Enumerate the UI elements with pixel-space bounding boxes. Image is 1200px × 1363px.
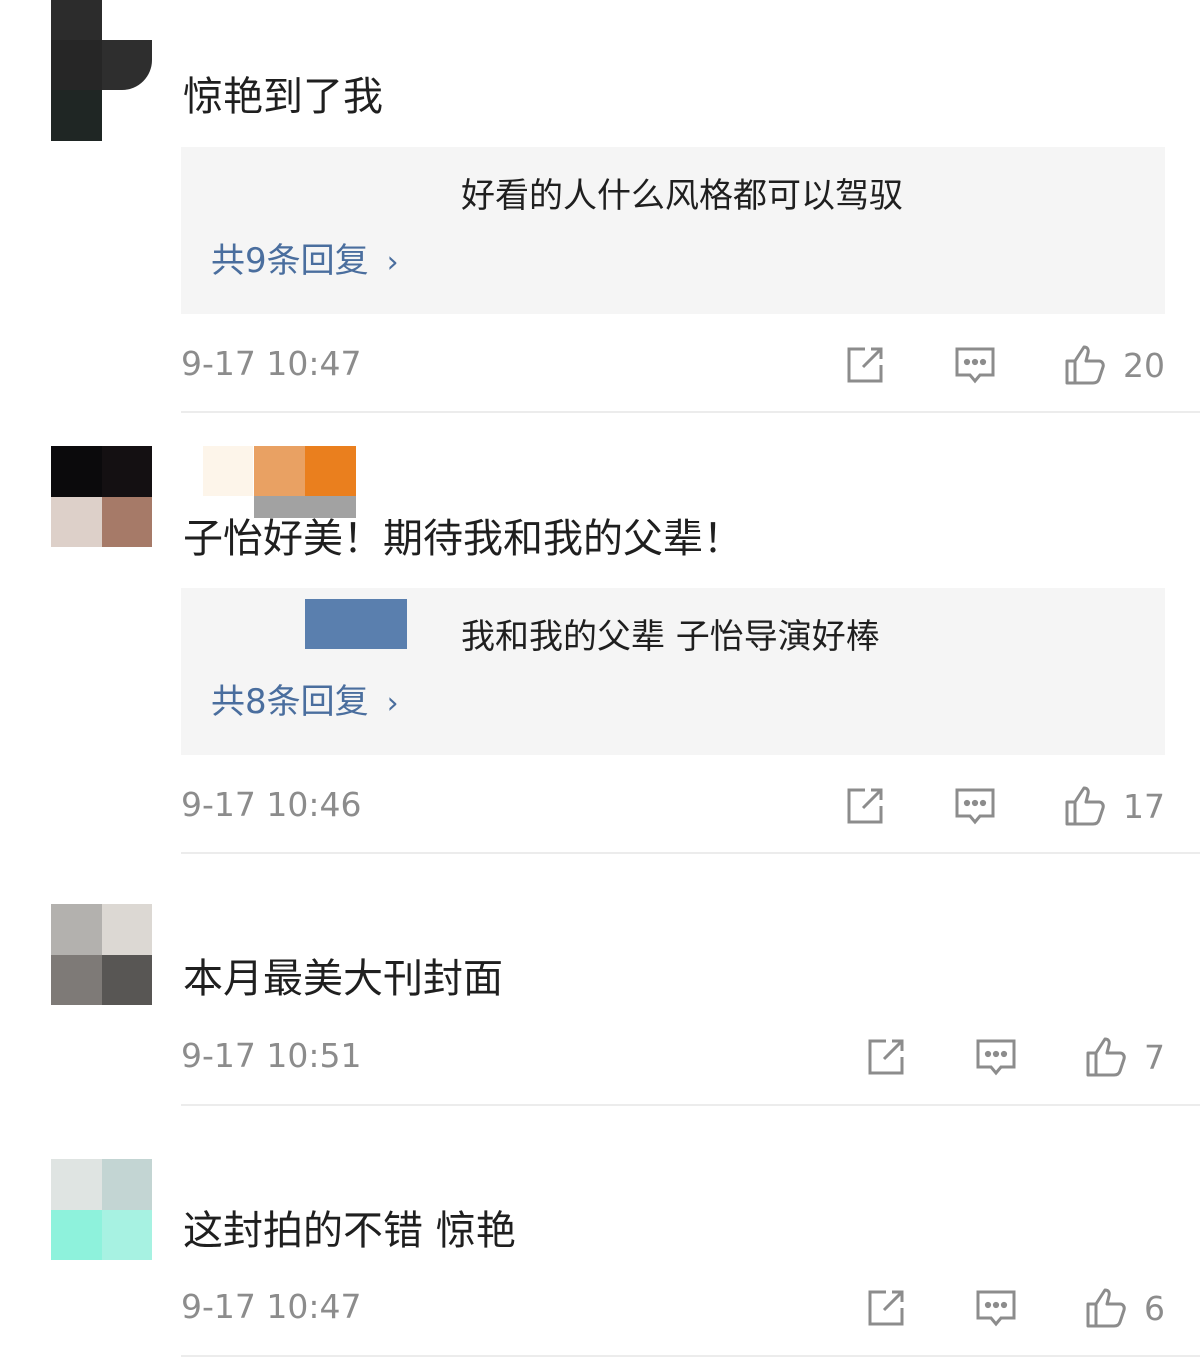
thumbs-up-icon[interactable] xyxy=(1063,343,1107,387)
comment-text: 这封拍的不错 惊艳 xyxy=(183,1208,516,1254)
divider xyxy=(181,1104,1200,1106)
reply-preview-box[interactable]: 我和我的父辈 子怡导演好棒 共8条回复 › xyxy=(181,588,1165,755)
like-count: 20 xyxy=(1123,345,1165,385)
comment-text: 子怡好美！期待我和我的父辈！ xyxy=(183,516,743,562)
thumbs-up-icon[interactable] xyxy=(1084,1286,1128,1330)
reply-count-label: 共9条回复 xyxy=(211,241,369,281)
reply-preview-box[interactable]: 好看的人什么风格都可以驾驭 共9条回复 › xyxy=(181,147,1165,314)
comment-text: 惊艳到了我 xyxy=(183,74,383,120)
comment-meta: 9-17 10:51 7 xyxy=(181,1032,1165,1082)
comment-actions: 7 xyxy=(864,1032,1165,1082)
comment-meta: 9-17 10:46 17 xyxy=(181,781,1165,831)
reply-preview-text: 我和我的父辈 子怡导演好棒 xyxy=(461,617,880,657)
comment-icon[interactable] xyxy=(974,1286,1018,1330)
divider xyxy=(181,411,1200,413)
avatar[interactable] xyxy=(51,1159,152,1260)
thumbs-up-icon[interactable] xyxy=(1084,1035,1128,1079)
comment-icon[interactable] xyxy=(953,343,997,387)
chevron-right-icon: › xyxy=(386,686,399,721)
comment-icon[interactable] xyxy=(953,784,997,828)
comment-time: 9-17 10:47 xyxy=(181,1287,362,1326)
divider xyxy=(181,1355,1200,1357)
avatar[interactable] xyxy=(51,904,152,1005)
share-icon[interactable] xyxy=(864,1286,908,1330)
thumbs-up-icon[interactable] xyxy=(1063,784,1107,828)
like-count: 6 xyxy=(1144,1288,1165,1328)
share-icon[interactable] xyxy=(864,1035,908,1079)
reply-preview-text: 好看的人什么风格都可以驾驭 xyxy=(461,176,903,216)
comment-text: 本月最美大刊封面 xyxy=(183,956,503,1002)
share-icon[interactable] xyxy=(843,784,887,828)
view-replies-link[interactable]: 共9条回复 › xyxy=(211,239,399,285)
comment-actions: 20 xyxy=(843,340,1165,390)
comment-meta: 9-17 10:47 20 xyxy=(181,340,1165,390)
avatar[interactable] xyxy=(51,446,152,547)
share-icon[interactable] xyxy=(843,343,887,387)
chevron-right-icon: › xyxy=(386,245,399,280)
view-replies-link[interactable]: 共8条回复 › xyxy=(211,680,399,726)
username-blur xyxy=(305,446,356,496)
comment-time: 9-17 10:47 xyxy=(181,344,362,383)
reply-count-label: 共8条回复 xyxy=(211,682,369,722)
avatar[interactable] xyxy=(51,0,152,141)
divider xyxy=(181,852,1200,854)
reply-author-blur xyxy=(305,599,407,649)
comment-icon[interactable] xyxy=(974,1035,1018,1079)
comment-actions: 6 xyxy=(864,1283,1165,1333)
comment-actions: 17 xyxy=(843,781,1165,831)
comment-time: 9-17 10:46 xyxy=(181,785,362,824)
username-blur xyxy=(203,446,253,496)
username-blur xyxy=(254,446,305,496)
like-count: 17 xyxy=(1123,786,1165,826)
like-count: 7 xyxy=(1144,1037,1165,1077)
comment-meta: 9-17 10:47 6 xyxy=(181,1283,1165,1333)
comment-time: 9-17 10:51 xyxy=(181,1036,362,1075)
